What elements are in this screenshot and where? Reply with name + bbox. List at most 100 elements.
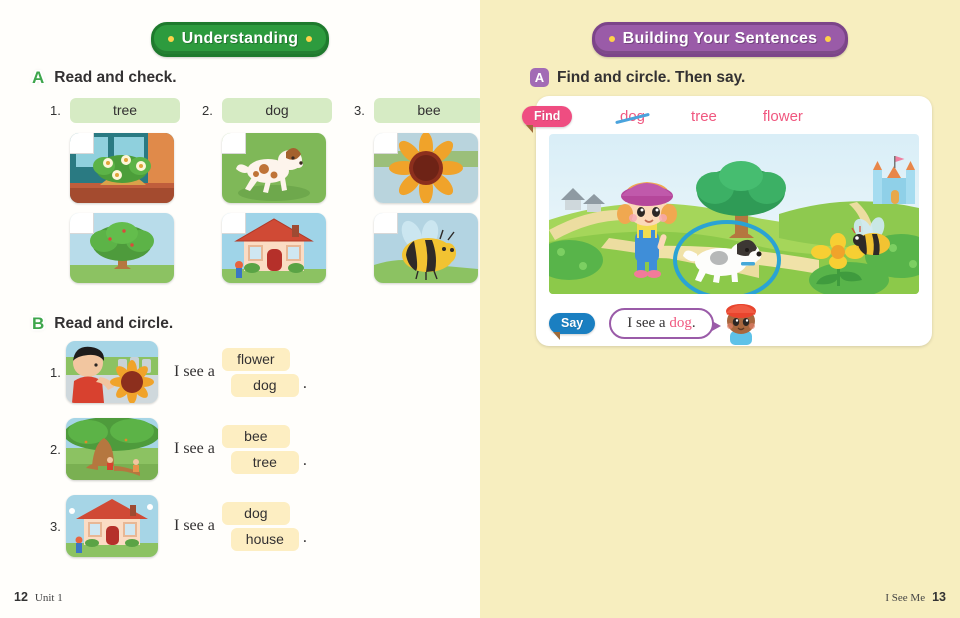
item-number-2: 2.: [202, 103, 213, 118]
countryside-scene-illustration: [549, 134, 919, 294]
period-2: .: [302, 451, 307, 469]
picture-card-sunflower[interactable]: [374, 133, 478, 203]
right-page: Building Your Sentences A Find and circl…: [480, 0, 960, 618]
read-circle-row-1: 1. I see a flower dog .: [50, 340, 307, 404]
choice-2-option-1[interactable]: bee: [221, 424, 290, 448]
word-row-1: 1. tree: [50, 98, 180, 123]
badge-dot-left-icon-right: [608, 36, 615, 42]
section-badge-label-right: Building Your Sentences: [622, 30, 818, 47]
page-number-right: 13: [932, 590, 946, 604]
choice-group-3: dog house: [221, 501, 299, 551]
period-1: .: [302, 374, 307, 392]
checkbox-3b[interactable]: [374, 213, 398, 234]
activity-letter-a-left: A: [32, 68, 45, 87]
workbook-spread: Understanding A Read and check. 1. tree: [0, 0, 960, 618]
footer-left: 12 Unit 1: [14, 590, 63, 604]
thumb-boy-sunflower: [66, 341, 158, 403]
unit-label-left: Unit 1: [34, 592, 63, 604]
choice-2-option-2[interactable]: tree: [230, 450, 299, 474]
activity-a-column-2: 2. dog: [202, 98, 332, 283]
badge-dot-left-icon: [167, 36, 174, 42]
page-number-left: 12: [14, 590, 28, 604]
say-tab: Say: [549, 312, 596, 340]
sentence-2: I see a bee tree .: [174, 424, 307, 474]
activity-b-rows-left: 1. I see a flower dog . 2. I see a bee t…: [50, 340, 307, 571]
period-3: .: [302, 528, 307, 546]
find-scene[interactable]: [549, 134, 919, 294]
word-label-dog: dog: [222, 98, 332, 123]
section-badge-building: Building Your Sentences: [591, 22, 849, 57]
girl-avatar-icon: [725, 304, 756, 345]
activity-a-heading-left: A Read and check.: [30, 68, 177, 87]
picture-card-house[interactable]: [222, 213, 326, 283]
boy-with-sunflower-illustration: [66, 341, 158, 403]
house-with-boy-illustration: [66, 495, 158, 557]
choice-group-1: flower dog: [221, 347, 299, 397]
choice-group-2: bee tree: [221, 424, 299, 474]
find-word-tree[interactable]: tree: [691, 108, 717, 125]
footer-right: I See Me 13: [885, 590, 946, 604]
activity-a-column-1: 1. tree: [50, 98, 180, 283]
thumb-house-boy: [66, 495, 158, 557]
read-circle-row-3: 3. I see a dog house .: [50, 494, 307, 558]
row-number-1: 1.: [50, 364, 61, 380]
activity-a-column-3: 3. bee: [354, 98, 484, 283]
checkbox-2b[interactable]: [222, 213, 246, 234]
find-tab: Find: [522, 106, 573, 133]
find-word-list: dog tree flower: [620, 108, 803, 125]
checkbox-1a[interactable]: [70, 133, 94, 154]
word-row-2: 2. dog: [202, 98, 332, 123]
say-suffix: .: [691, 314, 696, 331]
building-badge-wrap: Building Your Sentences: [480, 0, 960, 57]
activity-a-heading-right: A Find and circle. Then say.: [530, 68, 745, 87]
picture-card-tree[interactable]: [70, 213, 174, 283]
big-tree-with-children-illustration: [66, 418, 158, 480]
checkbox-1b[interactable]: [70, 213, 94, 234]
checkbox-3a[interactable]: [374, 133, 398, 154]
find-word-dog[interactable]: dog: [620, 108, 645, 125]
choice-3-option-2[interactable]: house: [230, 527, 299, 551]
sentence-text-3: I see a: [174, 517, 215, 534]
picture-card-flower-box[interactable]: [70, 133, 174, 203]
say-row: Say I see a dog.: [549, 301, 764, 345]
activity-a-title-right: Find and circle. Then say.: [557, 68, 746, 86]
find-and-circle-card: Find dog tree flower Say I see a dog.: [522, 96, 932, 346]
say-sentence: I see a dog.: [627, 315, 695, 331]
word-row-3: 3. bee: [354, 98, 484, 123]
badge-dot-right-icon: [306, 36, 313, 42]
sentence-3: I see a dog house .: [174, 501, 307, 551]
picture-card-dog[interactable]: [222, 133, 326, 203]
activity-a-columns: 1. tree 2. dog 3. bee: [50, 98, 484, 283]
say-speech-bubble: I see a dog.: [609, 307, 721, 339]
sentence-1: I see a flower dog .: [174, 347, 307, 397]
understanding-badge-wrap: Understanding: [0, 0, 480, 57]
book-label-right: I See Me: [885, 592, 926, 604]
left-page: Understanding A Read and check. 1. tree: [0, 0, 484, 618]
section-badge-label: Understanding: [181, 30, 299, 47]
read-circle-row-2: 2. I see a bee tree .: [50, 417, 307, 481]
activity-a-title-left: Read and check.: [54, 68, 177, 86]
word-label-bee: bee: [374, 98, 484, 123]
row-number-2: 2.: [50, 441, 61, 457]
sentence-text-2: I see a: [174, 440, 215, 457]
word-label-tree: tree: [70, 98, 180, 123]
say-highlight: dog: [669, 314, 692, 331]
checkbox-2a[interactable]: [222, 133, 246, 154]
activity-letter-a-right: A: [530, 68, 549, 87]
choice-3-option-1[interactable]: dog: [221, 501, 290, 525]
find-word-flower[interactable]: flower: [763, 108, 803, 125]
section-badge-understanding: Understanding: [150, 22, 330, 57]
row-number-3: 3.: [50, 518, 61, 534]
picture-card-bee[interactable]: [374, 213, 478, 283]
activity-b-heading-left: B Read and circle.: [30, 314, 173, 333]
activity-b-title-left: Read and circle.: [54, 314, 174, 332]
badge-dot-right-icon-right: [825, 36, 832, 42]
say-prefix: I see a: [627, 314, 670, 331]
sentence-text-1: I see a: [174, 363, 215, 380]
item-number-3: 3.: [354, 103, 365, 118]
activity-letter-b-left: B: [32, 314, 45, 333]
thumb-big-tree: [66, 418, 158, 480]
choice-1-option-2[interactable]: dog: [230, 373, 299, 397]
item-number-1: 1.: [50, 103, 61, 118]
choice-1-option-1[interactable]: flower: [221, 347, 290, 371]
